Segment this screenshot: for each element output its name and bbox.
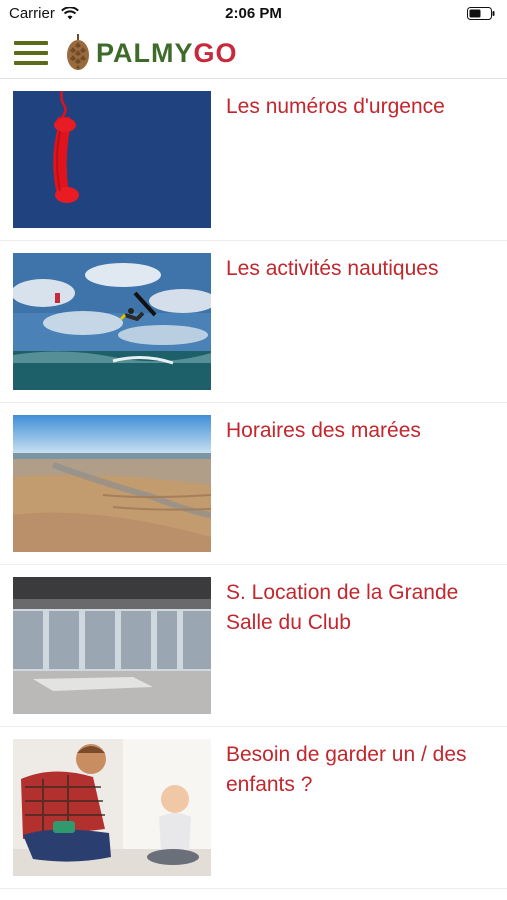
battery-icon: [467, 7, 495, 20]
logo-text-palmy: PALMY: [96, 37, 194, 68]
item-title: Besoin de garder un / des enfants ?: [226, 743, 467, 796]
menu-bar: [14, 41, 48, 45]
palmygo-logo[interactable]: PALMYGO: [66, 34, 238, 72]
logo-text: PALMYGO: [96, 38, 238, 69]
menu-bar: [14, 61, 48, 65]
empty-room-image: [13, 577, 211, 714]
item-title: Les activités nautiques: [226, 257, 439, 280]
item-title: Horaires des marées: [226, 419, 421, 442]
app-header: PALMYGO: [0, 30, 507, 79]
logo-text-go: GO: [193, 37, 238, 68]
beach-image: [13, 415, 211, 552]
list-item-hall-rental[interactable]: S. Location de la Grande Salle du Club: [0, 565, 507, 727]
pine-cone-icon: [67, 34, 89, 70]
item-title: S. Location de la Grande Salle du Club: [226, 581, 459, 634]
info-list: Les numéros d'urgence Les activités naut…: [0, 79, 507, 889]
item-title: Les numéros d'urgence: [226, 95, 445, 118]
list-item-tide-times[interactable]: Horaires des marées: [0, 403, 507, 565]
status-bar: Carrier 2:06 PM: [0, 0, 507, 30]
menu-bar: [14, 51, 48, 55]
list-item-childcare[interactable]: Besoin de garder un / des enfants ?: [0, 727, 507, 889]
list-item-emergency-numbers[interactable]: Les numéros d'urgence: [0, 79, 507, 241]
menu-button[interactable]: [14, 41, 48, 67]
list-item-water-activities[interactable]: Les activités nautiques: [0, 241, 507, 403]
red-phone-image: [13, 91, 211, 228]
status-time: 2:06 PM: [225, 5, 282, 22]
kitesurf-image: [13, 253, 211, 390]
father-baby-image: [13, 739, 211, 876]
